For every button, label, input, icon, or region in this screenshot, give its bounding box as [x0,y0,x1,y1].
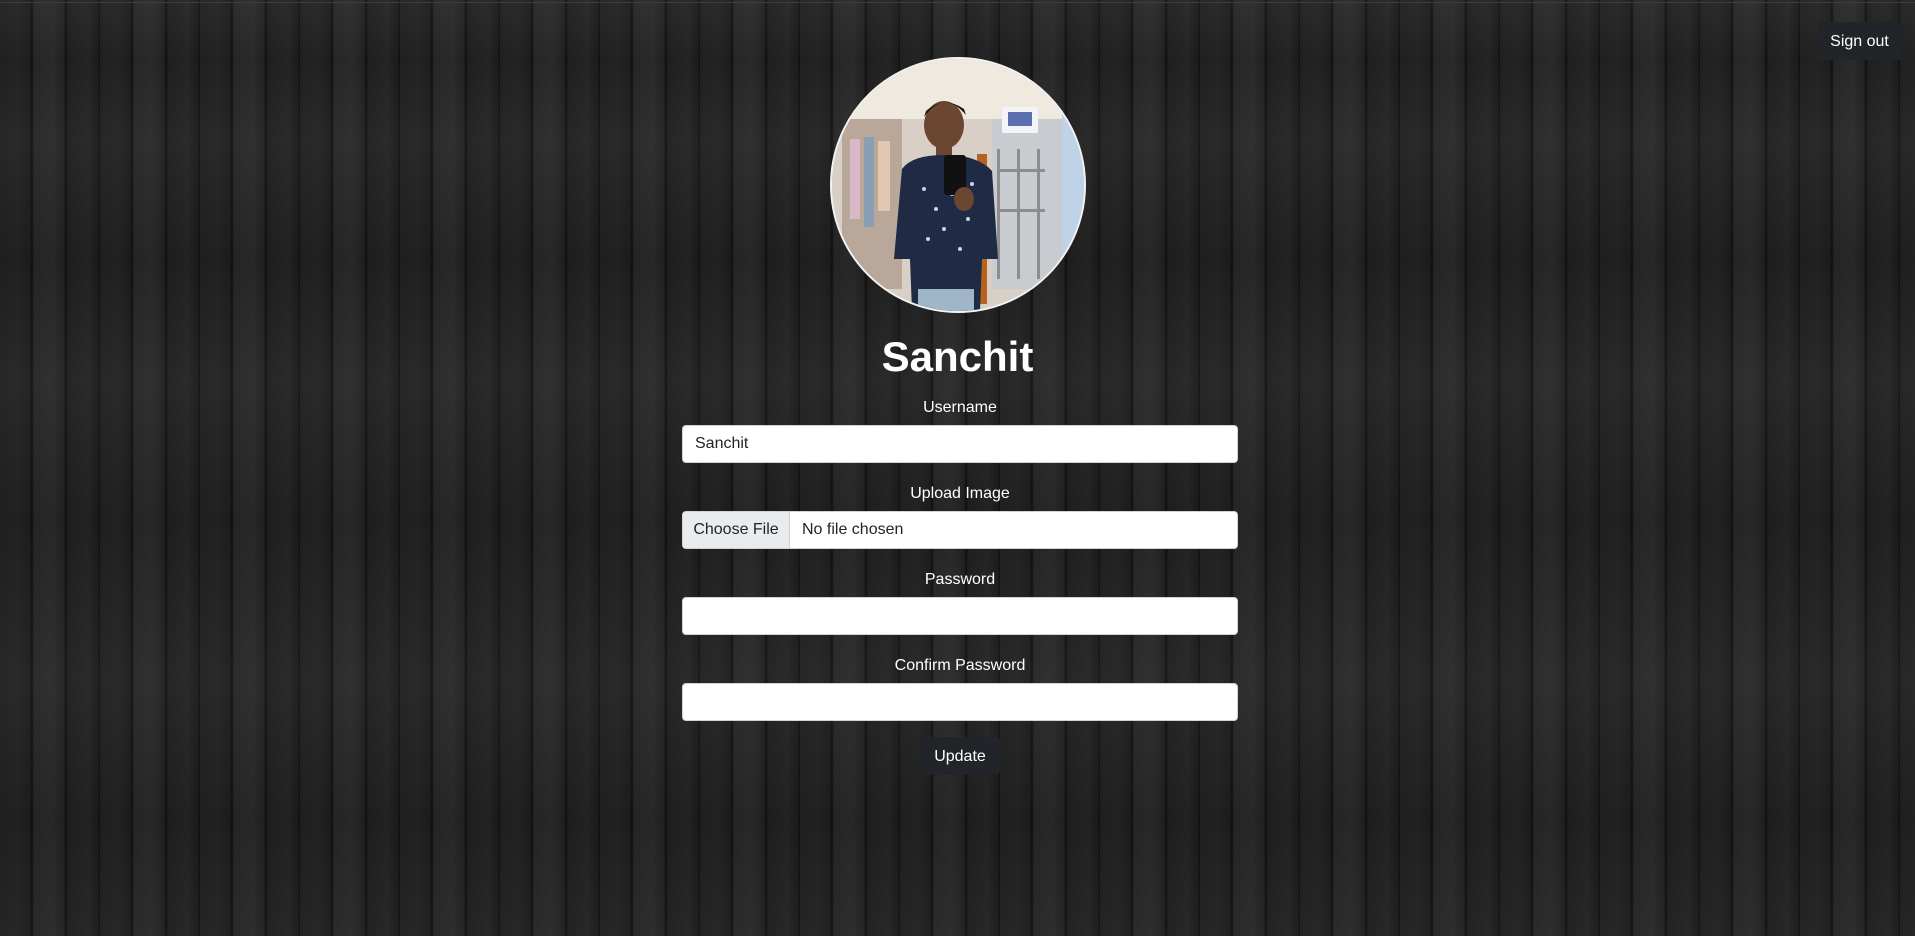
choose-file-button[interactable]: Choose File [683,512,790,548]
image-file-input[interactable]: Choose File No file chosen [682,511,1238,549]
password-label: Password [924,571,996,588]
top-border [0,2,1915,3]
username-input[interactable] [682,425,1238,463]
confirm-password-input[interactable] [682,683,1238,721]
update-button[interactable]: Update [920,737,1000,775]
upload-image-label: Upload Image [910,485,1010,502]
avatar [830,57,1086,313]
username-label: Username [923,399,997,416]
sign-out-button[interactable]: Sign out [1817,22,1902,60]
confirm-password-label: Confirm Password [894,657,1026,674]
password-input[interactable] [682,597,1238,635]
file-status-text: No file chosen [802,521,904,538]
profile-form: Username Upload Image Choose File No fil… [682,396,1238,775]
avatar-photo [832,59,1084,311]
profile-name: Sanchit [881,333,1034,380]
